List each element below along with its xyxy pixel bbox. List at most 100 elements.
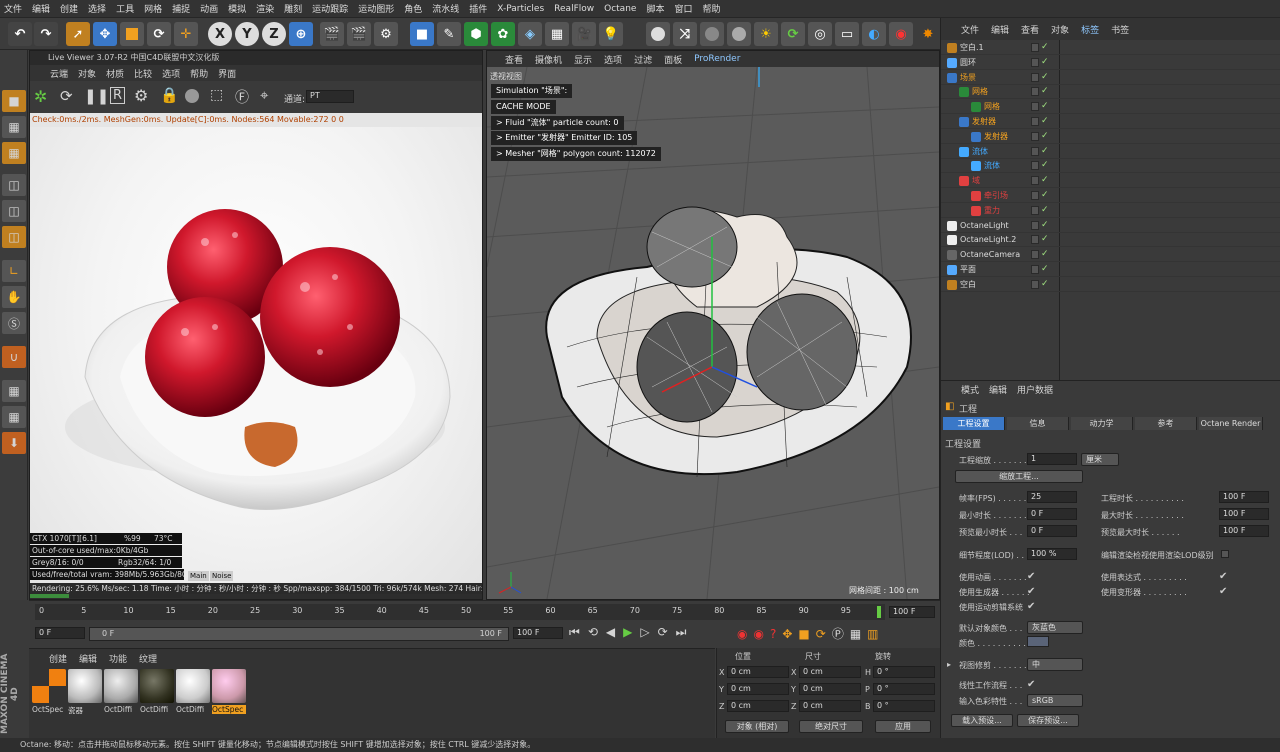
select-tool-icon[interactable]: ➚ [66,22,90,46]
snap-icon[interactable]: Ⓢ [2,312,26,334]
min-time-field[interactable]: 0 F [1027,508,1077,520]
object-name[interactable]: 域 [972,173,980,188]
scale-unit-select[interactable]: 厘米 [1081,453,1119,466]
goto-start-icon[interactable]: ⏮ [569,625,588,639]
visibility-toggle[interactable] [1031,205,1039,215]
visibility-toggle[interactable] [1031,43,1039,52]
coord-field[interactable]: 0 cm [799,700,861,712]
material-swatch-4[interactable] [140,669,174,703]
use-deformers-check-icon[interactable]: ✔ [1219,586,1227,597]
lv-menu-item[interactable]: 界面 [218,67,236,80]
enabled-check-icon[interactable]: ✓ [1041,262,1049,277]
apply-button[interactable]: 应用 [875,720,931,733]
tab-project-settings[interactable]: 工程设置 [943,417,1005,430]
coord-field[interactable]: 0 ° [873,683,935,695]
object-name[interactable]: 流体 [972,144,988,159]
motion-system-check-icon[interactable]: ✔ [1027,601,1035,612]
octane-sun-icon[interactable]: ☀ [754,22,778,46]
visibility-toggle[interactable] [1031,146,1039,156]
enabled-check-icon[interactable]: ✓ [1041,247,1049,262]
enabled-check-icon[interactable]: ✓ [1041,114,1049,129]
object-menu-item[interactable]: 标签 [1081,23,1099,36]
object-name[interactable]: 重力 [984,203,1000,218]
object-name[interactable]: 空白.1 [960,40,984,55]
axis-icon[interactable]: ∟ [2,260,26,282]
use-generators-check-icon[interactable]: ✔ [1027,586,1035,597]
viewport-menu-item[interactable]: ProRender [694,54,740,64]
object-name[interactable]: 圆环 [960,55,976,70]
visibility-toggle[interactable] [1031,72,1039,82]
workplane-icon[interactable]: ▦ [2,142,26,164]
object-name[interactable]: 发射器 [972,114,996,129]
magnet-icon[interactable]: ∪ [2,346,26,368]
object-row[interactable]: OctaneLight ✓ [941,218,1280,233]
timeline-ruler[interactable]: 0 5 10 15 20 25 30 35 40 45 50 55 60 65 70 75 80 85 90 95 [35,604,885,620]
menu-item[interactable]: 运动图形 [358,2,394,15]
octane-node-icon[interactable]: ⤨ [673,22,697,46]
object-name[interactable]: 空白 [960,277,976,292]
redo-icon[interactable]: ↷ [34,22,58,46]
camera-icon[interactable]: 🎥 [572,22,596,46]
use-expressions-check-icon[interactable]: ✔ [1219,571,1227,582]
octane-target-icon[interactable]: ◎ [808,22,832,46]
object-row[interactable]: 平面 ✓ [941,262,1280,277]
octane-glossy-icon[interactable] [727,22,751,46]
tab-reference[interactable]: 参考 [1135,417,1197,430]
material-menu-item[interactable]: 创建 [49,652,67,665]
material-swatch-5[interactable] [176,669,210,703]
visibility-toggle[interactable] [1031,117,1039,126]
max-frame-field[interactable]: 100 F [513,627,563,639]
grid-lock-icon[interactable]: ▦ [2,380,26,402]
attribute-menu-item[interactable]: 编辑 [989,383,1007,396]
undo-icon[interactable]: ↶ [8,22,32,46]
lv-menu-item[interactable]: 材质 [106,67,124,80]
menu-item[interactable]: 流水线 [432,2,459,15]
menu-item[interactable]: 运动跟踪 [312,2,348,15]
menu-item[interactable]: 模拟 [228,2,246,15]
key-scale-icon[interactable]: ■ [798,627,815,641]
enabled-check-icon[interactable]: ✓ [1041,277,1049,292]
input-color-select[interactable]: sRGB [1027,694,1083,707]
octane-camera-icon[interactable]: ◉ [889,22,913,46]
record-icon[interactable]: ◉ [737,627,753,641]
timeline-end-field[interactable]: 100 F [889,606,935,618]
material-menu-item[interactable]: 纹理 [139,652,157,665]
render-picture-icon[interactable]: 🎬 [347,22,371,46]
viewport-menu-item[interactable]: 选项 [604,53,622,66]
visibility-toggle[interactable] [1031,220,1039,230]
menu-item[interactable]: 渲染 [256,2,274,15]
prev-key-icon[interactable]: ⟲ [588,625,606,639]
viewport-menu-item[interactable]: 显示 [574,53,592,66]
object-row[interactable]: 流体 ✓ [941,158,1280,174]
default-color-select[interactable]: 灰蓝色 [1027,621,1083,634]
material-swatch-2[interactable] [68,669,102,703]
scale-project-button[interactable]: 缩放工程... [955,470,1083,483]
load-preset-button[interactable]: 载入预设... [951,714,1013,727]
cloner-icon[interactable]: ✿ [491,22,515,46]
viewport-menu-item[interactable]: 查看 [505,53,523,66]
subdivision-icon[interactable]: ⬢ [464,22,488,46]
object-row[interactable]: 牵引场 ✓ [941,188,1280,203]
object-menu-item[interactable]: 查看 [1021,23,1039,36]
material-menu-item[interactable]: 功能 [109,652,127,665]
lod-field[interactable]: 100 % [1027,548,1077,560]
enabled-check-icon[interactable]: ✓ [1041,203,1049,218]
tab-octane-render[interactable]: Octane Render [1199,417,1263,430]
visibility-toggle[interactable] [1031,87,1039,97]
object-name[interactable]: OctaneLight.2 [960,232,1016,247]
coord-field[interactable]: 0 cm [727,666,789,678]
sculpt-icon[interactable]: ⬇ [2,432,26,454]
use-animation-check-icon[interactable]: ✔ [1027,571,1035,582]
tab-noise[interactable]: Noise [210,571,234,581]
enabled-check-icon[interactable]: ✓ [1041,70,1049,85]
tab-main[interactable]: Main [188,571,209,581]
cube-icon[interactable]: ■ [410,22,434,46]
enabled-check-icon[interactable]: ✓ [1041,40,1049,55]
object-menu-item[interactable]: 文件 [961,23,979,36]
live-select-icon[interactable]: ✛ [174,22,198,46]
lock-icon[interactable]: 🔒 [160,86,179,104]
object-row[interactable]: 空白 ✓ [941,277,1280,292]
octane-arealight-icon[interactable]: ▭ [835,22,859,46]
object-name[interactable]: OctaneCamera [960,247,1020,262]
enabled-check-icon[interactable]: ✓ [1041,84,1049,99]
